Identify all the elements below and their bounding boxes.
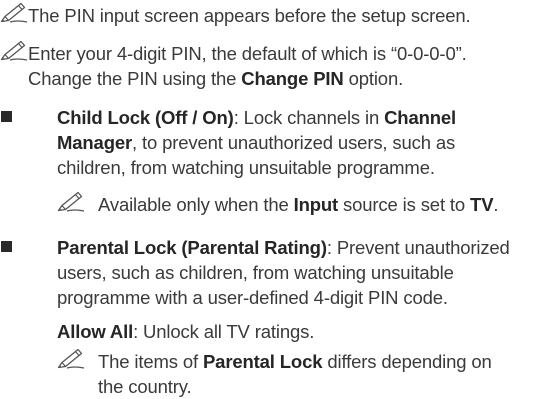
note-line: Change the PIN using the Change PIN opti… [28,68,404,89]
child-lock-note: Available only when the Input source is … [0,189,545,219]
parental-lock-desc: Parental Lock (Parental Rating): Prevent… [57,237,510,308]
parental-lock-item: Parental Lock (Parental Rating): Prevent… [0,230,545,310]
note-text: The items of Parental Lock differs depen… [98,351,492,397]
note-text: The PIN input screen appears before the … [28,5,471,26]
note-text: Available only when the Input source is … [98,194,499,215]
note-default-pin: Enter your 4-digit PIN, the default of w… [0,38,545,92]
parental-lock-note: The items of Parental Lock differs depen… [0,346,545,397]
allow-all-label: Allow All [57,321,134,342]
note-text: Enter your 4-digit PIN, the default of w… [28,41,545,91]
change-pin-option: Change PIN [241,68,344,89]
allow-all-line: Allow All: Unlock all TV ratings. [57,321,315,342]
child-lock-title: Child Lock (Off / On) [57,107,234,128]
note-pencil-icon [57,190,86,212]
note-line: Enter your 4-digit PIN, the default of w… [28,43,467,64]
child-lock-desc: Child Lock (Off / On): Lock channels in … [57,107,457,178]
note-pencil-icon [57,347,86,369]
note-pin-screen: The PIN input screen appears before the … [0,0,545,30]
bullet-square [1,111,12,122]
bullet-square [1,241,12,252]
parental-lock-title: Parental Lock (Parental Rating) [57,237,327,258]
note-pencil-icon [0,39,29,61]
note-pencil-icon [0,1,29,23]
